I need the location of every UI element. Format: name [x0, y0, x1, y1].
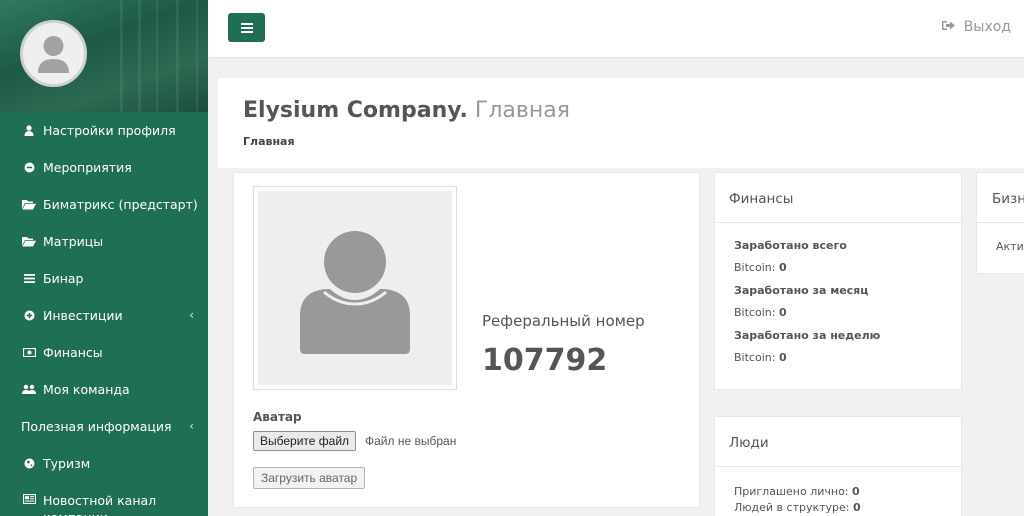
- users-icon: [21, 384, 37, 395]
- sidebar-item-binary[interactable]: Бинар: [0, 260, 208, 297]
- people-in-structure: Людей в структуре: 0: [734, 500, 861, 514]
- sidebar-item-label: Матрицы: [43, 234, 104, 249]
- sidebar-header: [0, 0, 208, 112]
- avatar-frame: [253, 186, 457, 390]
- finance-body: Заработано всего Bitcoin: 0 Заработано з…: [715, 223, 961, 375]
- logout-link[interactable]: Выход: [941, 19, 1011, 35]
- sidebar-item-bimatrix[interactable]: Биматрикс (предстарт): [0, 186, 208, 223]
- company-name: Elysium Company.: [243, 98, 468, 123]
- sidebar-item-label: Настройки профиля: [43, 123, 176, 138]
- money-icon: [21, 348, 37, 357]
- sidebar-item-news-channel[interactable]: Новостной канал компании: [0, 482, 208, 516]
- business-panel: Бизн Акти: [976, 172, 1024, 274]
- finance-title: Финансы: [715, 173, 961, 223]
- globe-icon: [21, 458, 37, 469]
- newspaper-icon: [21, 494, 37, 504]
- user-silhouette-icon: [300, 231, 410, 354]
- avatar-label: Аватар: [253, 410, 302, 424]
- folder-open-icon: [21, 236, 37, 247]
- earned-total-value: Bitcoin: 0: [734, 261, 787, 274]
- sidebar-item-label: Биматрикс (предстарт): [43, 197, 198, 212]
- sidebar-item-label: Финансы: [43, 345, 103, 360]
- user-icon: [21, 125, 37, 136]
- circle-icon: [21, 162, 37, 173]
- business-title: Бизн: [977, 173, 1024, 223]
- file-status: Файл не выбран: [365, 434, 457, 448]
- sidebar-item-label: Бинар: [43, 271, 84, 286]
- choose-file-button[interactable]: Выберите файл: [253, 431, 357, 451]
- sidebar-item-label: Новостной канал компании: [43, 493, 157, 516]
- chevron-left-icon: ‹: [189, 419, 194, 433]
- avatar-placeholder-icon: [38, 36, 69, 73]
- people-title: Люди: [715, 417, 961, 467]
- sidebar-item-label: Туризм: [43, 456, 91, 471]
- sidebar-item-useful-info[interactable]: Полезная информация ‹: [0, 408, 208, 445]
- earned-week-label: Заработано за неделю: [734, 329, 881, 342]
- avatar-image: [258, 191, 452, 385]
- sidebar-item-label: Мероприятия: [43, 160, 132, 175]
- top-bar: Выход: [208, 0, 1024, 58]
- sidebar-menu: Настройки профиля Мероприятия Биматрикс …: [0, 112, 208, 516]
- page-title: Elysium Company. Главная: [243, 98, 570, 123]
- people-panel: Люди Приглашено лично: 0 Людей в структу…: [714, 416, 962, 516]
- referral-label: Реферальный номер: [482, 312, 645, 330]
- circle-plus-icon: [21, 310, 37, 321]
- page-header: Elysium Company. Главная Главная: [218, 78, 1024, 168]
- page-subtitle: Главная: [474, 98, 570, 123]
- logout-label: Выход: [963, 19, 1011, 35]
- sidebar-item-profile-settings[interactable]: Настройки профиля: [0, 112, 208, 149]
- bars-icon: [21, 274, 37, 283]
- invited-personally: Приглашено лично: 0: [734, 485, 860, 498]
- folder-open-icon: [21, 199, 37, 210]
- profile-panel: Реферальный номер 107792 Аватар Выберите…: [233, 172, 700, 508]
- earned-month-value: Bitcoin: 0: [734, 306, 787, 319]
- chevron-left-icon: ‹: [189, 308, 194, 322]
- upload-avatar-button[interactable]: Загрузить аватар: [253, 467, 366, 489]
- sidebar-item-label: Инвестиции: [43, 308, 123, 323]
- sign-out-icon: [941, 20, 956, 34]
- avatar[interactable]: [20, 20, 87, 87]
- earned-week-value: Bitcoin: 0: [734, 351, 787, 364]
- sidebar-item-matrices[interactable]: Матрицы: [0, 223, 208, 260]
- sidebar-item-my-team[interactable]: Моя команда: [0, 371, 208, 408]
- sidebar: Настройки профиля Мероприятия Биматрикс …: [0, 0, 208, 516]
- menu-toggle-button[interactable]: [228, 13, 265, 42]
- referral-number: 107792: [482, 343, 608, 378]
- people-body: Приглашено лично: 0 Людей в структуре: 0: [715, 467, 961, 516]
- finance-panel: Финансы Заработано всего Bitcoin: 0 Зара…: [714, 172, 962, 390]
- sidebar-item-tourism[interactable]: Туризм: [0, 445, 208, 482]
- breadcrumb[interactable]: Главная: [243, 135, 295, 148]
- sidebar-item-label: Моя команда: [43, 382, 130, 397]
- sidebar-item-events[interactable]: Мероприятия: [0, 149, 208, 186]
- hamburger-icon: [240, 22, 253, 33]
- earned-month-label: Заработано за месяц: [734, 284, 869, 297]
- sidebar-item-label: Полезная информация: [21, 419, 172, 434]
- sidebar-item-investments[interactable]: Инвестиции ‹: [0, 297, 208, 334]
- business-status: Акти: [996, 240, 1024, 253]
- sidebar-item-finance[interactable]: Финансы: [0, 334, 208, 371]
- earned-total-label: Заработано всего: [734, 239, 847, 252]
